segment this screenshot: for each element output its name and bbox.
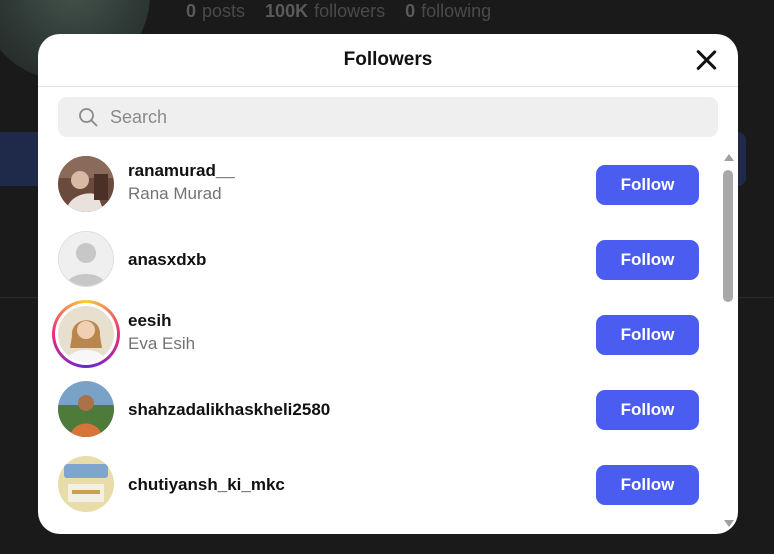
- follower-names: ranamurad__ Rana Murad: [128, 160, 235, 206]
- follower-full-name: Eva Esih: [128, 334, 196, 353]
- follow-button[interactable]: Follow: [596, 240, 699, 280]
- dialog-title: Followers: [343, 49, 433, 70]
- close-icon[interactable]: [694, 48, 718, 72]
- follower-row[interactable]: ranamurad__ Rana Murad Follow: [38, 147, 718, 222]
- follower-username[interactable]: anasxdxb: [128, 249, 206, 271]
- follower-names: chutiyansh_ki_mkc: [128, 474, 285, 496]
- follow-button[interactable]: Follow: [596, 390, 699, 430]
- follower-username[interactable]: shahzadalikhaskheli2580: [128, 399, 330, 421]
- profile-stats: 0 posts 100K followers 0 following: [186, 0, 491, 24]
- avatar[interactable]: [58, 381, 114, 437]
- follower-username[interactable]: ranamurad__: [128, 160, 235, 182]
- avatar[interactable]: [58, 156, 114, 212]
- scroll-up-arrow-icon[interactable]: [724, 154, 734, 161]
- follower-full-name: Rana Murad: [128, 184, 222, 203]
- followers-stat: 100K followers: [265, 0, 386, 21]
- follower-row[interactable]: eesih Eva Esih Follow: [38, 297, 718, 372]
- follower-row[interactable]: chutiyansh_ki_mkc Follow: [38, 447, 718, 522]
- follower-row[interactable]: anasxdxb Follow: [38, 222, 718, 297]
- default-avatar-icon[interactable]: [58, 231, 114, 287]
- follower-username[interactable]: eesih: [128, 310, 195, 332]
- avatar: [58, 306, 114, 362]
- followers-list: ranamurad__ Rana Murad Follow anasxdxb F…: [38, 147, 718, 522]
- follower-names: eesih Eva Esih: [128, 310, 195, 356]
- follower-names: anasxdxb: [128, 249, 206, 271]
- scrollbar-thumb[interactable]: [723, 170, 733, 302]
- dialog-header: Followers: [38, 34, 738, 87]
- posts-stat: 0 posts: [186, 0, 246, 21]
- follower-username[interactable]: chutiyansh_ki_mkc: [128, 474, 285, 496]
- search-icon: [79, 108, 98, 127]
- followers-dialog: Followers ranamurad__ Rana Murad: [38, 34, 738, 534]
- follower-row[interactable]: shahzadalikhaskheli2580 Follow: [38, 372, 718, 447]
- story-ring[interactable]: [52, 300, 120, 368]
- avatar[interactable]: [58, 456, 114, 512]
- follow-button[interactable]: Follow: [596, 315, 699, 355]
- following-stat: 0 following: [405, 0, 492, 21]
- follower-names: shahzadalikhaskheli2580: [128, 399, 330, 421]
- scroll-down-arrow-icon[interactable]: [724, 520, 734, 527]
- search-box[interactable]: [58, 97, 718, 137]
- follow-button[interactable]: Follow: [596, 465, 699, 505]
- search-input[interactable]: [108, 105, 672, 129]
- follow-button[interactable]: Follow: [596, 165, 699, 205]
